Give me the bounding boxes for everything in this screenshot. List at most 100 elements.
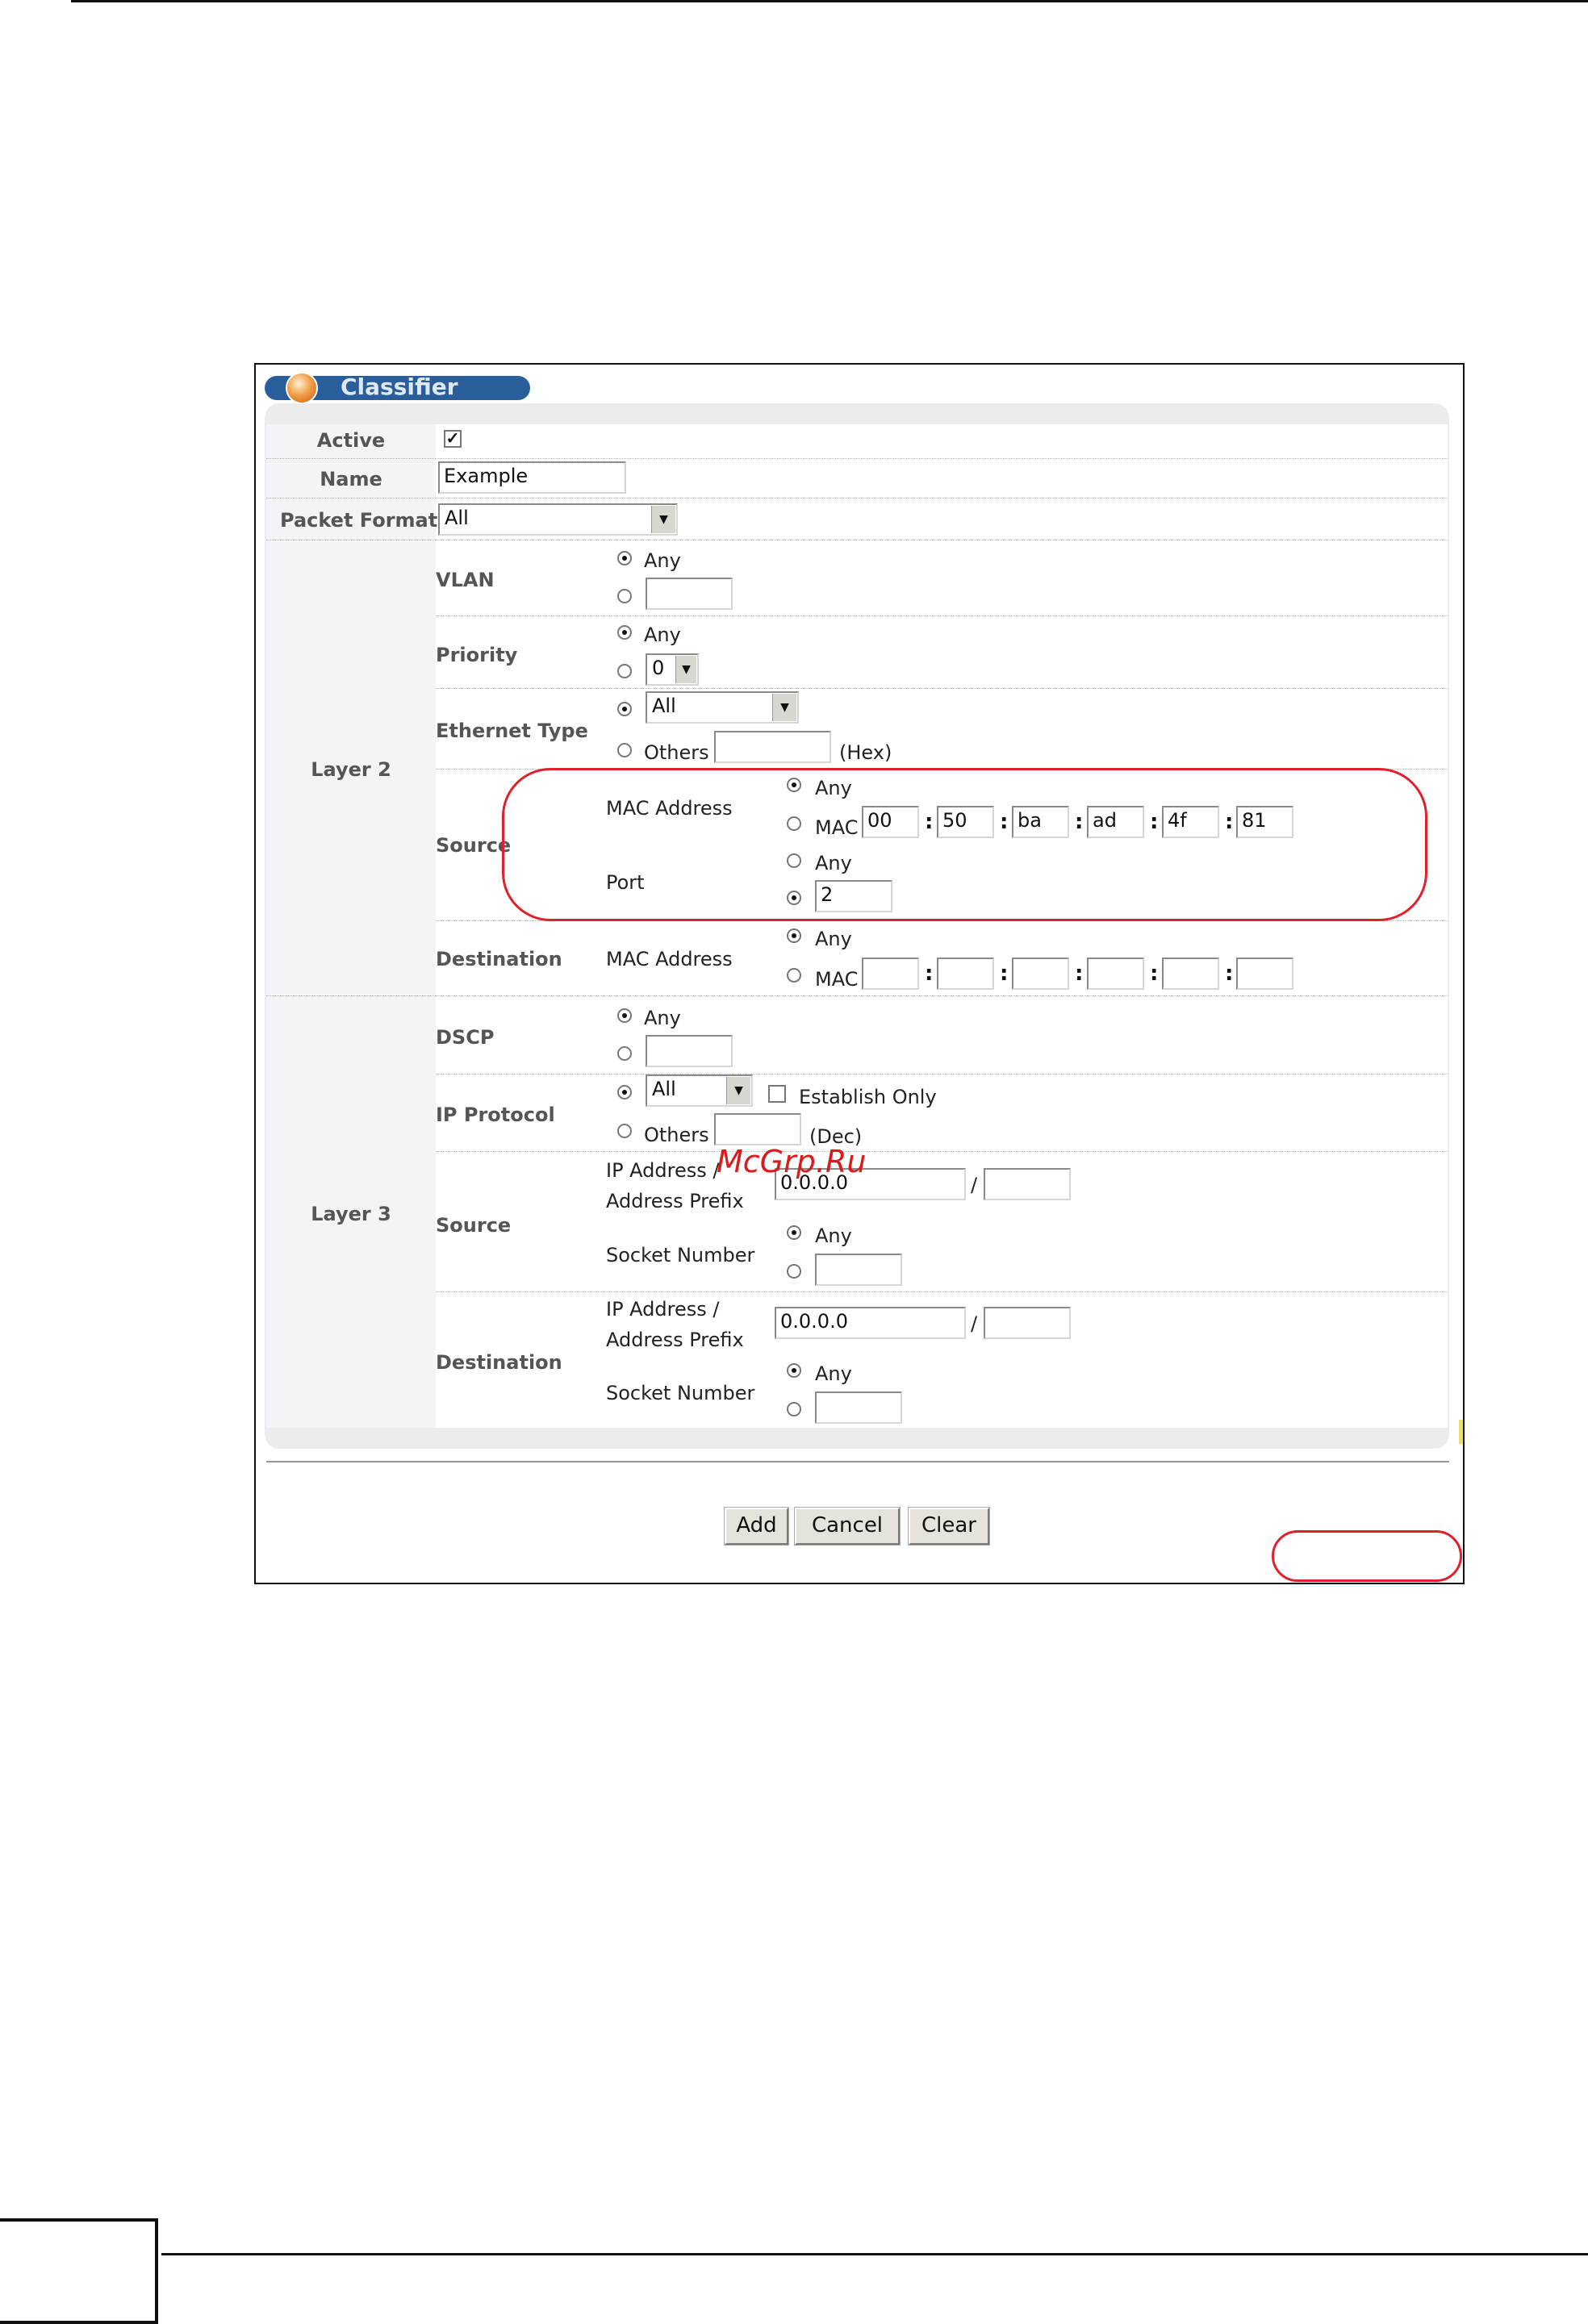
l2-destination-mac-radio[interactable]	[787, 968, 801, 983]
active-checkbox[interactable]: ✓	[444, 430, 462, 448]
page-bottom-rule	[161, 2253, 1588, 2255]
chevron-down-icon[interactable]: ▼	[651, 506, 675, 533]
dscp-label: DSCP	[436, 1026, 495, 1049]
ip-protocol-others-radio[interactable]	[617, 1124, 632, 1138]
ip-protocol-value: All	[652, 1078, 676, 1100]
active-label: Active	[316, 429, 386, 452]
vlan-any-radio[interactable]	[617, 551, 632, 565]
priority-custom-radio[interactable]	[617, 664, 632, 678]
establish-only-checkbox[interactable]	[768, 1085, 786, 1103]
vlan-any-label: Any	[644, 549, 681, 572]
ip-protocol-select[interactable]: All ▼	[646, 1074, 753, 1107]
ip-protocol-select-radio[interactable]	[617, 1085, 632, 1099]
row-divider	[436, 688, 1448, 689]
l2-destination-mac-octet-6[interactable]	[1236, 958, 1293, 990]
l3-destination-ip-input[interactable]: 0.0.0.0	[775, 1307, 966, 1339]
vlan-label: VLAN	[436, 569, 495, 591]
l3-destination-socket-any-radio[interactable]	[787, 1363, 801, 1378]
l2-destination-mac-octet-2[interactable]	[937, 958, 994, 990]
priority-any-radio[interactable]	[617, 625, 632, 640]
l2-source-label: Source	[436, 834, 512, 857]
hex-unit-label: (Hex)	[839, 741, 892, 764]
slash-separator: /	[971, 1174, 978, 1196]
ethernet-type-select-radio[interactable]	[617, 702, 632, 716]
l3-destination-socket-radio[interactable]	[787, 1402, 801, 1417]
ethernet-type-others-label: Others	[644, 741, 709, 764]
l2-destination-mac-label: MAC Address	[606, 948, 733, 970]
l3-source-socket-any-label: Any	[815, 1225, 852, 1247]
edge-mark	[1459, 1420, 1463, 1444]
slash-separator: /	[971, 1312, 978, 1335]
colon-separator: :	[1225, 962, 1234, 986]
l2-destination-mac-any-label: Any	[815, 928, 852, 950]
ethernet-type-others-radio[interactable]	[617, 743, 632, 757]
l3-source-ip-label: IP Address /	[606, 1159, 720, 1182]
ip-protocol-label: IP Protocol	[436, 1104, 555, 1126]
colon-separator: :	[1150, 962, 1159, 986]
cancel-button[interactable]: Cancel	[794, 1507, 901, 1546]
form-separator	[266, 1461, 1449, 1462]
page-title: Classifier	[341, 373, 458, 400]
l3-destination-socket-input[interactable]	[815, 1391, 902, 1424]
l2-destination-label: Destination	[436, 948, 562, 970]
page-top-rule	[71, 0, 1588, 2]
priority-value: 0	[652, 657, 665, 679]
colon-separator: :	[1075, 962, 1084, 986]
l3-destination-prefix-input[interactable]	[984, 1307, 1071, 1339]
ip-protocol-others-input[interactable]	[714, 1113, 801, 1145]
clear-button[interactable]: Clear	[908, 1507, 990, 1546]
priority-label: Priority	[436, 644, 518, 666]
l2-destination-mac-any-radio[interactable]	[787, 928, 801, 943]
packet-format-select[interactable]: All ▼	[438, 503, 678, 536]
dscp-custom-radio[interactable]	[617, 1046, 632, 1061]
l2-destination-mac-octet-3[interactable]	[1012, 958, 1069, 990]
chevron-down-icon[interactable]: ▼	[772, 694, 796, 721]
l3-destination-socket-any-label: Any	[815, 1362, 852, 1385]
row-divider	[436, 615, 1448, 616]
add-button[interactable]: Add	[724, 1507, 789, 1546]
vlan-input[interactable]	[646, 578, 733, 610]
chevron-down-icon[interactable]: ▼	[726, 1077, 750, 1104]
priority-any-label: Any	[644, 624, 681, 646]
dscp-any-label: Any	[644, 1007, 681, 1029]
orb-icon	[286, 372, 318, 404]
l3-source-socket-radio[interactable]	[787, 1264, 801, 1279]
l3-source-socket-input[interactable]	[815, 1254, 902, 1286]
packet-format-value: All	[445, 507, 469, 529]
priority-select[interactable]: 0 ▼	[646, 653, 699, 686]
layer2-label: Layer 2	[311, 758, 391, 781]
vlan-custom-radio[interactable]	[617, 589, 632, 603]
colon-separator: :	[925, 962, 934, 986]
l3-source-prefix-input[interactable]	[984, 1168, 1071, 1200]
dscp-any-radio[interactable]	[617, 1008, 632, 1023]
dscp-input[interactable]	[646, 1035, 733, 1067]
l3-destination-ip-label: IP Address /	[606, 1298, 720, 1321]
l3-destination-label: Destination	[436, 1351, 562, 1374]
l2-destination-mac-octet-5[interactable]	[1162, 958, 1219, 990]
label-column	[266, 424, 436, 1428]
l3-destination-socket-label: Socket Number	[606, 1382, 755, 1404]
packet-format-label: Packet Format	[280, 509, 438, 532]
l2-destination-mac-text: MAC	[815, 968, 859, 991]
l3-source-socket-any-radio[interactable]	[787, 1225, 801, 1240]
l3-source-label: Source	[436, 1214, 512, 1237]
l3-source-prefix-label: Address Prefix	[606, 1190, 744, 1212]
ethernet-type-select[interactable]: All ▼	[646, 691, 799, 724]
name-input[interactable]: Example	[438, 461, 626, 494]
l2-destination-mac-octet-1[interactable]	[862, 958, 919, 990]
ip-protocol-others-label: Others	[644, 1124, 709, 1146]
name-label: Name	[320, 468, 382, 490]
source-highlight-annotation	[502, 768, 1427, 921]
row-divider	[266, 498, 1448, 499]
row-divider	[266, 995, 1448, 996]
ethernet-type-label: Ethernet Type	[436, 720, 588, 742]
ethernet-type-others-input[interactable]	[714, 731, 831, 763]
chevron-down-icon[interactable]: ▼	[675, 656, 696, 683]
row-divider	[436, 1151, 1448, 1152]
establish-only-label: Establish Only	[799, 1086, 937, 1108]
page-number-box	[0, 2218, 158, 2324]
layer3-label: Layer 3	[311, 1203, 391, 1225]
l2-destination-mac-octet-4[interactable]	[1087, 958, 1144, 990]
ethernet-type-value: All	[652, 695, 676, 717]
corner-highlight-annotation	[1272, 1530, 1462, 1582]
